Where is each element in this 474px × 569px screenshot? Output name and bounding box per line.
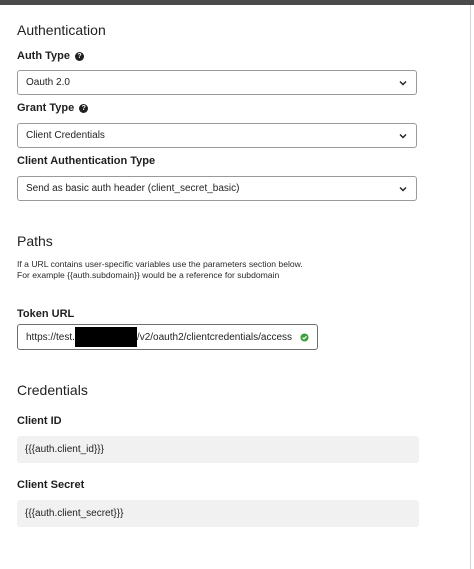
token-url-label: Token URL	[17, 308, 74, 320]
auth-type-value: Oauth 2.0	[26, 77, 70, 88]
chevron-down-icon	[399, 81, 407, 86]
window-top-bar	[0, 0, 474, 5]
panel-divider	[470, 5, 471, 569]
client-secret-label: Client Secret	[17, 479, 84, 491]
paths-section-title: Paths	[17, 233, 53, 249]
token-url-prefix: https://test.	[26, 331, 75, 343]
client-id-field[interactable]: {{{auth.client_id}}}	[17, 436, 419, 463]
client-auth-type-label: Client Authentication Type	[17, 155, 155, 167]
check-circle-icon	[300, 333, 309, 342]
client-id-value: {{{auth.client_id}}}	[25, 444, 104, 455]
token-url-label-text: Token URL	[17, 308, 75, 320]
token-url-suffix: /v2/oauth2/clientcredentials/access	[136, 331, 293, 343]
client-secret-field[interactable]: {{{auth.client_secret}}}	[17, 500, 419, 527]
grant-type-value: Client Credentials	[26, 130, 105, 141]
client-auth-type-value: Send as basic auth header (client_secret…	[26, 183, 240, 194]
client-auth-type-label-text: Client Authentication Type	[17, 155, 156, 167]
grant-type-select[interactable]: Client Credentials	[17, 123, 417, 148]
auth-type-select[interactable]: Oauth 2.0	[17, 70, 417, 95]
redaction-block	[74, 327, 137, 347]
chevron-down-icon	[399, 187, 407, 192]
client-auth-type-select[interactable]: Send as basic auth header (client_secret…	[17, 176, 417, 201]
credentials-section-title: Credentials	[17, 382, 88, 398]
client-secret-value: {{{auth.client_secret}}}	[25, 508, 124, 519]
client-secret-label-text: Client Secret	[17, 479, 85, 491]
question-circle-icon[interactable]: ?	[79, 103, 89, 113]
auth-type-label-text: Auth Type	[17, 50, 70, 62]
paths-description: If a URL contains user-specific variable…	[17, 259, 303, 280]
auth-type-label: Auth Type ?	[17, 50, 84, 62]
client-id-label-text: Client ID	[17, 415, 62, 427]
question-circle-icon[interactable]: ?	[74, 51, 84, 61]
chevron-down-icon	[399, 134, 407, 139]
authentication-section-title: Authentication	[17, 22, 106, 38]
client-id-label: Client ID	[17, 415, 62, 427]
token-url-input[interactable]: https://test. /v2/oauth2/clientcredential…	[17, 324, 318, 350]
grant-type-label: Grant Type ?	[17, 102, 89, 114]
grant-type-label-text: Grant Type	[17, 102, 75, 114]
